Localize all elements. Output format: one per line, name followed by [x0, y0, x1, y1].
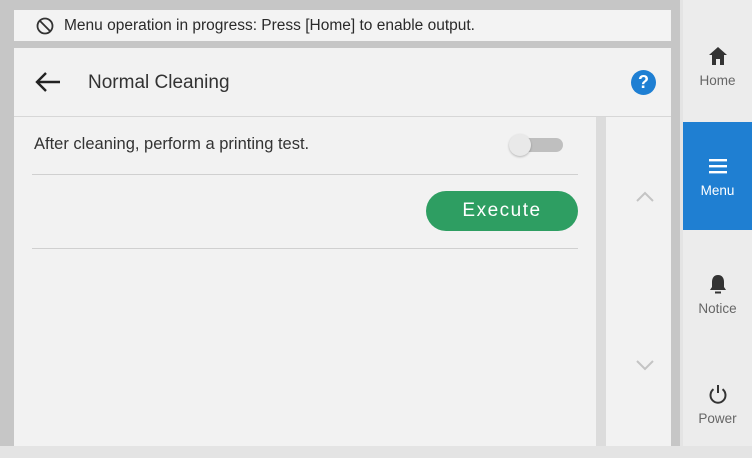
scrollbar[interactable]: [596, 117, 606, 446]
action-row: Execute: [32, 175, 578, 249]
back-arrow-icon[interactable]: [34, 70, 62, 94]
execute-button[interactable]: Execute: [426, 191, 578, 231]
page-title: Normal Cleaning: [88, 72, 230, 93]
chevron-up-icon[interactable]: [634, 190, 656, 204]
cleaning-panel: Normal Cleaning ? After cleaning, perfor…: [14, 48, 671, 446]
main-area: Menu operation in progress: Press [Home]…: [0, 0, 680, 446]
nav-home[interactable]: Home: [683, 12, 752, 120]
option-label: After cleaning, perform a printing test.: [34, 135, 310, 153]
prohibited-icon: [36, 17, 54, 34]
nav-power-label: Power: [698, 410, 737, 426]
nav-home-label: Home: [699, 72, 736, 88]
help-icon[interactable]: ?: [631, 70, 656, 95]
panel-header: Normal Cleaning ?: [14, 48, 671, 117]
status-banner: Menu operation in progress: Press [Home]…: [14, 10, 671, 41]
menu-icon: [708, 158, 727, 173]
help-label: ?: [638, 72, 649, 92]
option-row-print-test: After cleaning, perform a printing test.: [32, 117, 578, 175]
status-text: Menu operation in progress: Press [Home]…: [64, 16, 475, 34]
bell-icon: [709, 274, 726, 293]
print-test-toggle[interactable]: [509, 134, 565, 156]
nav-power[interactable]: Power: [683, 350, 752, 458]
toggle-knob: [509, 134, 531, 156]
nav-menu[interactable]: Menu: [683, 122, 752, 230]
settings-list: After cleaning, perform a printing test.…: [14, 117, 596, 446]
nav-menu-label: Menu: [700, 182, 735, 198]
chevron-down-icon[interactable]: [634, 358, 656, 372]
home-icon: [708, 46, 727, 65]
nav-notice[interactable]: Notice: [683, 240, 752, 348]
nav-notice-label: Notice: [698, 300, 737, 316]
power-icon: [709, 384, 726, 404]
right-nav: Home Menu Notice Power: [683, 0, 752, 446]
execute-label: Execute: [462, 200, 542, 221]
